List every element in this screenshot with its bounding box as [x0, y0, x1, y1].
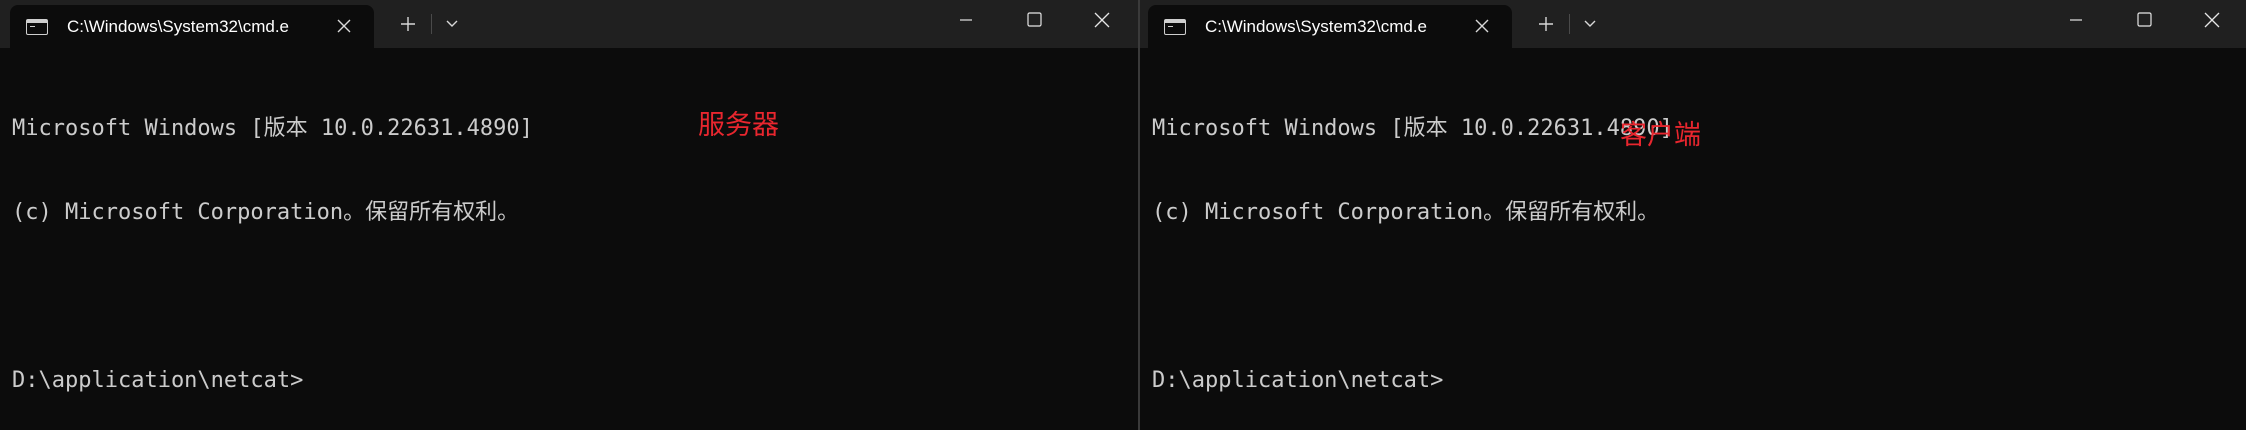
maximize-icon: [1026, 12, 1042, 27]
tab-dropdown-button[interactable]: [437, 8, 467, 40]
tab-title: C:\Windows\System32\cmd.e: [1205, 16, 1428, 36]
title-bar[interactable]: C:\Windows\System32\cmd.e: [1140, 0, 2246, 48]
close-icon: [1094, 12, 1110, 28]
maximize-button[interactable]: [1000, 0, 1068, 40]
command-prompt: D:\application\netcat>: [1152, 368, 1444, 393]
plus-icon: [401, 17, 415, 31]
close-window-button[interactable]: [1068, 0, 1136, 40]
tab-cmd[interactable]: C:\Windows\System32\cmd.e: [10, 5, 374, 48]
minimize-button[interactable]: [2042, 0, 2110, 40]
command-prompt: D:\application\netcat>: [12, 368, 304, 393]
new-tab-button[interactable]: [392, 8, 424, 40]
chevron-down-icon: [446, 20, 458, 27]
minimize-icon: [2070, 19, 2082, 21]
screen: C:\Windows\System32\cmd.e Microsoft Wind…: [0, 0, 2246, 430]
minimize-button[interactable]: [932, 0, 1000, 40]
close-tab-button[interactable]: [332, 14, 356, 38]
close-icon: [1475, 19, 1489, 33]
terminal-icon: [1164, 18, 1186, 35]
terminal-icon: [26, 18, 48, 35]
plus-icon: [1539, 17, 1553, 31]
console-line: (c) Microsoft Corporation。保留所有权利。: [12, 200, 520, 225]
maximize-icon: [2136, 12, 2152, 27]
close-icon: [337, 19, 351, 33]
title-bar[interactable]: C:\Windows\System32\cmd.e: [0, 0, 1138, 48]
tab-dropdown-button[interactable]: [1575, 8, 1605, 40]
console-line: (c) Microsoft Corporation。保留所有权利。: [1152, 200, 1660, 225]
tab-title: C:\Windows\System32\cmd.e: [67, 16, 290, 36]
client-terminal-window: C:\Windows\System32\cmd.e Microsoft Wind…: [1140, 0, 2246, 430]
new-tab-button[interactable]: [1530, 8, 1562, 40]
tab-separator: [1569, 14, 1570, 34]
client-label: 客户端: [1620, 120, 1701, 151]
console-output[interactable]: Microsoft Windows [版本 10.0.22631.4890] (…: [0, 48, 1138, 430]
console-output[interactable]: Microsoft Windows [版本 10.0.22631.4890] (…: [1140, 48, 2246, 430]
tab-cmd[interactable]: C:\Windows\System32\cmd.e: [1148, 5, 1512, 48]
close-icon: [2204, 12, 2220, 28]
minimize-icon: [960, 19, 972, 21]
tab-separator: [431, 14, 432, 34]
server-terminal-window: C:\Windows\System32\cmd.e Microsoft Wind…: [0, 0, 1138, 430]
close-tab-button[interactable]: [1470, 14, 1494, 38]
chevron-down-icon: [1584, 20, 1596, 27]
server-label: 服务器: [698, 110, 779, 141]
close-window-button[interactable]: [2178, 0, 2246, 40]
console-line: Microsoft Windows [版本 10.0.22631.4890]: [12, 116, 533, 141]
maximize-button[interactable]: [2110, 0, 2178, 40]
